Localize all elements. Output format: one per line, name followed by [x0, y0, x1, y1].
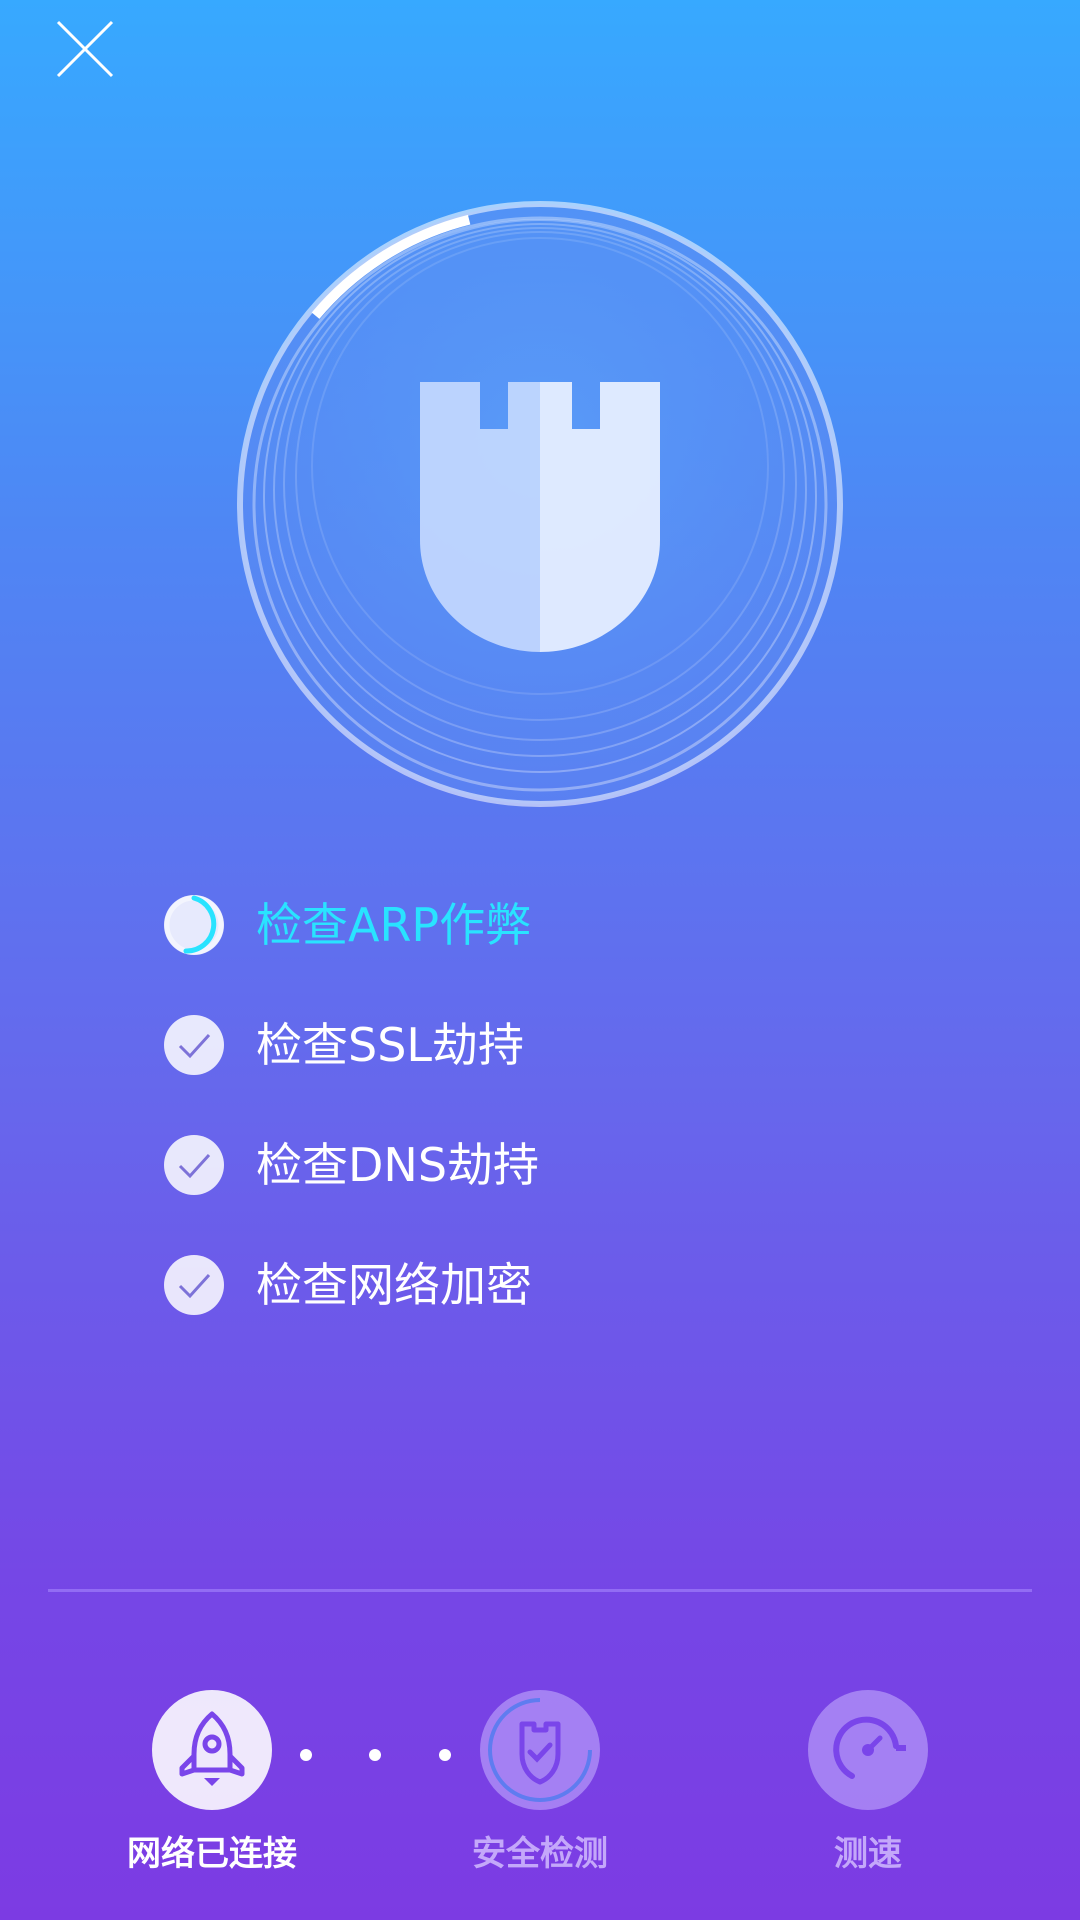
checkmark-icon [164, 1255, 224, 1315]
speedometer-icon [833, 1716, 906, 1779]
check-label: 检查SSL劫持 [256, 1018, 525, 1072]
step-label-speed-test: 测速 [834, 1834, 902, 1874]
step-speed-test[interactable] [808, 1690, 928, 1810]
castle-shield-icon [420, 382, 660, 652]
close-button[interactable] [50, 14, 120, 84]
checkmark-icon [164, 1135, 224, 1195]
loading-spinner-icon [164, 895, 224, 955]
rocket-icon [179, 1711, 245, 1786]
check-label: 检查DNS劫持 [256, 1138, 540, 1192]
scan-ring [237, 201, 843, 807]
check-label: 检查ARP作弊 [256, 898, 532, 952]
step-label-security-check: 安全检测 [472, 1834, 608, 1874]
checkmark-icon [164, 1015, 224, 1075]
step-security-check[interactable] [480, 1690, 600, 1810]
progress-dot [300, 1749, 312, 1761]
step-network-connected[interactable] [152, 1690, 272, 1810]
progress-dot [439, 1749, 451, 1761]
step-label-network-connected: 网络已连接 [127, 1834, 297, 1874]
scan-shield [236, 200, 844, 808]
check-label: 检查网络加密 [256, 1258, 532, 1312]
progress-dot [369, 1749, 381, 1761]
divider [48, 1589, 1032, 1592]
close-icon [56, 20, 114, 78]
shield-check-icon [488, 1698, 592, 1802]
